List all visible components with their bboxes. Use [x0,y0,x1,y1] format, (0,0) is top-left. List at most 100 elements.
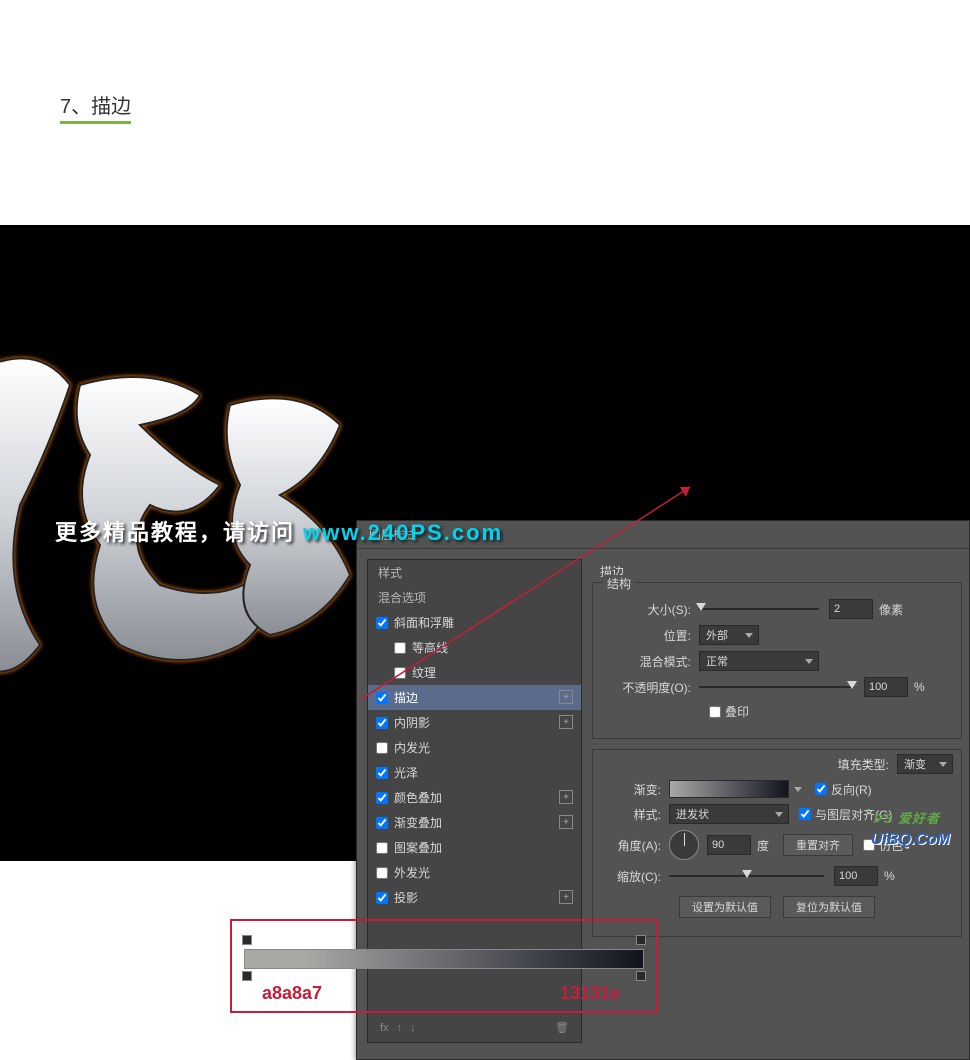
reverse-checkbox[interactable] [815,783,827,795]
add-color-overlay-icon[interactable]: + [559,790,573,804]
position-label: 位置: [601,627,691,644]
satin-checkbox[interactable] [376,767,388,779]
color-overlay-checkbox[interactable] [376,792,388,804]
stroke-group-title: 描边 [600,563,962,580]
size-unit: 像素 [879,601,903,618]
opacity-stop-right[interactable] [636,935,646,945]
scale-input[interactable] [834,866,878,886]
angle-unit: 度 [757,837,769,854]
style-gradient-overlay[interactable]: 渐变叠加+ [368,810,581,835]
inner-glow-checkbox[interactable] [376,742,388,754]
style-bevel[interactable]: 斜面和浮雕 [368,610,581,635]
canvas-area: 更多精品教程，请访问 www.240PS.com 图层样式 样式 混合选项 斜面… [0,225,970,861]
watermark-url: www.240PS.com [303,520,503,545]
bevel-checkbox[interactable] [376,617,388,629]
fx-label[interactable]: fx [380,1022,389,1034]
size-label: 大小(S): [601,601,691,618]
style-satin[interactable]: 光泽 [368,760,581,785]
style-label: 样式: [601,806,661,823]
blend-dropdown[interactable]: 正常 [699,651,819,671]
filltype-row: 填充类型: 渐变 [601,754,953,774]
opacity-stop-left[interactable] [242,935,252,945]
add-stroke-icon[interactable]: + [559,690,573,704]
angle-dial[interactable] [669,830,699,860]
size-slider-thumb[interactable] [696,603,706,611]
reset-align-button[interactable]: 重置对齐 [783,834,853,856]
position-row: 位置: 外部 [601,625,953,645]
opacity-slider[interactable] [699,686,854,688]
step-label: 7、描边 [60,90,131,124]
style-drop-shadow[interactable]: 投影+ [368,885,581,910]
blend-row: 混合模式: 正常 [601,651,953,671]
arrow-up-icon[interactable]: ↑ [397,1022,403,1034]
styles-footer: fx ↑ ↓ 🗑 [368,1012,581,1042]
scale-slider[interactable] [669,875,824,877]
gradient-callout: a8a8a7 13131e [230,919,658,1013]
styles-header[interactable]: 样式 [368,560,581,585]
position-dropdown[interactable]: 外部 [699,625,759,645]
size-input[interactable] [829,599,873,619]
add-drop-shadow-icon[interactable]: + [559,890,573,904]
style-inner-shadow[interactable]: 内阴影+ [368,710,581,735]
stroke-checkbox[interactable] [376,692,388,704]
gradient-preview[interactable] [669,780,789,798]
style-stroke[interactable]: 描边+ [368,685,581,710]
uibq-watermark: UiBQ.CoM [871,831,950,849]
blend-label: 混合模式: [601,653,691,670]
blend-options-header[interactable]: 混合选项 [368,585,581,610]
gradient-row: 渐变: 反向(R) [601,780,953,798]
style-texture[interactable]: 纹理 [368,660,581,685]
inner-shadow-checkbox[interactable] [376,717,388,729]
filltype-dropdown[interactable]: 渐变 [897,754,953,774]
overprint-checkbox[interactable] [709,706,721,718]
defaults-row: 设置为默认值 复位为默认值 [601,896,953,918]
watermark-overlay: 更多精品教程，请访问 www.240PS.com [55,515,503,547]
pattern-overlay-checkbox[interactable] [376,842,388,854]
opacity-row: 不透明度(O): % [601,677,953,697]
color-stop-left[interactable] [242,971,252,981]
opacity-slider-thumb[interactable] [847,681,857,689]
style-color-overlay[interactable]: 颜色叠加+ [368,785,581,810]
watermark-prefix: 更多精品教程，请访问 [55,520,303,545]
filltype-label: 填充类型: [829,756,889,773]
style-dropdown[interactable]: 迸发状 [669,804,789,824]
outer-glow-checkbox[interactable] [376,867,388,879]
opacity-input[interactable] [864,677,908,697]
style-contour[interactable]: 等高线 [368,635,581,660]
style-pattern-overlay[interactable]: 图案叠加 [368,835,581,860]
color-stop-right[interactable] [636,971,646,981]
scale-slider-thumb[interactable] [742,870,752,878]
drop-shadow-checkbox[interactable] [376,892,388,904]
angle-input[interactable] [707,835,751,855]
make-default-button[interactable]: 设置为默认值 [679,896,771,918]
style-outer-glow[interactable]: 外发光 [368,860,581,885]
reset-default-button[interactable]: 复位为默认值 [783,896,875,918]
size-slider[interactable] [699,608,819,610]
structure-legend: 结构 [603,575,635,592]
overprint-check[interactable]: 叠印 [709,703,749,720]
overprint-row: 叠印 [601,703,953,720]
opacity-unit: % [914,680,925,694]
scale-row: 缩放(C): % [601,866,953,886]
style-inner-glow[interactable]: 内发光 [368,735,581,760]
texture-checkbox[interactable] [394,667,406,679]
gradient-label: 渐变: [601,781,661,798]
reverse-check[interactable]: 反向(R) [815,781,872,798]
angle-label: 角度(A): [601,837,661,854]
size-row: 大小(S): 像素 [601,599,953,619]
add-gradient-overlay-icon[interactable]: + [559,815,573,829]
align-checkbox[interactable] [799,808,811,820]
add-inner-shadow-icon[interactable]: + [559,715,573,729]
hex-left: a8a8a7 [262,983,322,1004]
gradient-overlay-checkbox[interactable] [376,817,388,829]
arrow-down-icon[interactable]: ↓ [410,1022,416,1034]
hex-right: 13131e [560,983,620,1004]
gradient-bar[interactable] [244,949,644,969]
structure-fieldset: 结构 大小(S): 像素 位置: 外部 混合模式: 正常 不透明度(O): [592,582,962,739]
psahz-watermark: PS 爱好者 [874,808,940,827]
contour-checkbox[interactable] [394,642,406,654]
opacity-label: 不透明度(O): [601,679,691,696]
scale-label: 缩放(C): [601,868,661,885]
trash-icon[interactable]: 🗑 [555,1021,569,1034]
scale-unit: % [884,869,895,883]
